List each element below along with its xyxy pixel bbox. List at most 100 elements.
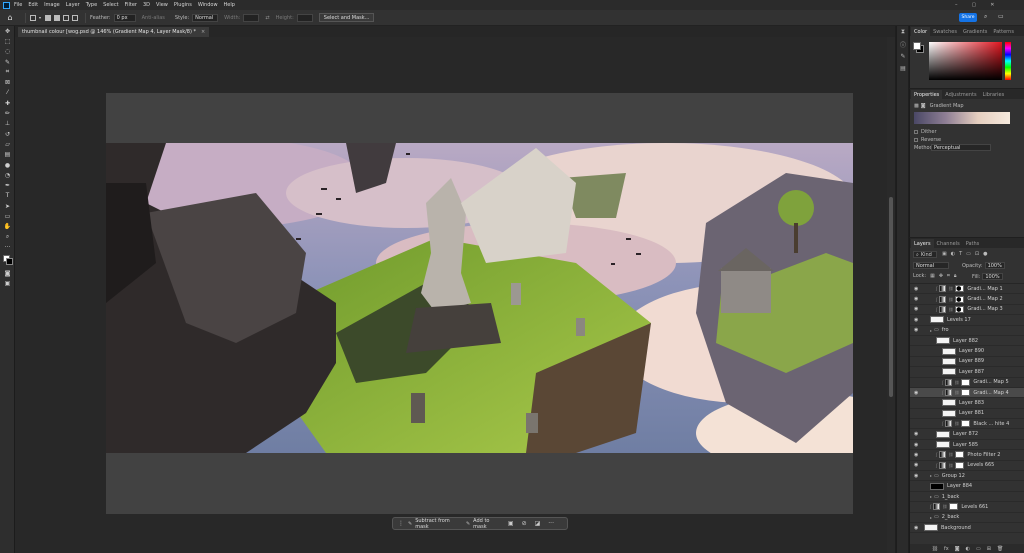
layer-row[interactable]: ◉ ʃ ⛓ Gradi... Map 4 bbox=[910, 387, 1024, 399]
home-icon[interactable]: ⌂ bbox=[5, 13, 15, 23]
adjustment-layer-icon[interactable] bbox=[939, 451, 947, 459]
layer-row[interactable]: ʃ ⛓ Gradi... Map 5 bbox=[910, 378, 1024, 388]
layer-row[interactable]: Layer 884 bbox=[910, 481, 1024, 492]
screen-mode-icon[interactable]: ▣ bbox=[0, 279, 15, 289]
visibility-eye-icon[interactable]: ◉ bbox=[914, 317, 918, 323]
layer-row[interactable]: ▸ ▭ 1_back bbox=[910, 492, 1024, 503]
filter-smart-object-icon[interactable]: ⊡ bbox=[975, 251, 979, 257]
visibility-eye-icon[interactable]: ◉ bbox=[914, 452, 918, 458]
layer-thumbnail[interactable] bbox=[942, 357, 956, 365]
foreground-color-swatch[interactable] bbox=[913, 42, 921, 50]
document-tab[interactable]: thumbnail colour [wog.psd @ 146% (Gradie… bbox=[18, 27, 210, 37]
hue-slider[interactable] bbox=[1005, 42, 1011, 80]
layer-name[interactable]: fro bbox=[942, 327, 949, 333]
tab-gradients[interactable]: Gradients bbox=[960, 27, 990, 36]
delete-layer-icon[interactable]: 🗑︎ bbox=[997, 546, 1003, 552]
photoshop-logo-icon[interactable] bbox=[3, 1, 10, 9]
visibility-eye-icon[interactable]: ◉ bbox=[914, 431, 918, 437]
menu-3d[interactable]: 3D bbox=[143, 2, 150, 8]
menu-help[interactable]: Help bbox=[224, 2, 235, 8]
add-mask-icon[interactable]: ◙ bbox=[955, 546, 960, 552]
disable-mask-icon[interactable]: ⊘ bbox=[522, 520, 527, 527]
opacity-input[interactable]: 100% bbox=[984, 262, 1005, 269]
layer-name[interactable]: Layer 884 bbox=[947, 483, 972, 489]
layer-thumbnail[interactable] bbox=[924, 524, 938, 532]
link-icon[interactable]: ⛓ bbox=[948, 463, 953, 468]
menu-select[interactable]: Select bbox=[103, 2, 118, 8]
link-icon[interactable]: ⛓ bbox=[942, 504, 947, 509]
zoom-tool-icon[interactable]: ⌕ bbox=[0, 232, 15, 242]
brush-tool-icon[interactable]: ✏ bbox=[0, 108, 15, 118]
artwork-image[interactable] bbox=[106, 143, 853, 453]
layer-name[interactable]: Gradi... Map 4 bbox=[973, 390, 1008, 396]
layer-mask-thumbnail[interactable] bbox=[961, 389, 971, 397]
layer-name[interactable]: Levels 17 bbox=[947, 317, 971, 323]
visibility-eye-icon[interactable]: ◉ bbox=[914, 473, 918, 479]
adjustment-layer-icon[interactable] bbox=[933, 503, 941, 511]
close-icon[interactable]: ✕ bbox=[990, 2, 994, 8]
frame-tool-icon[interactable]: ⊠ bbox=[0, 77, 15, 87]
lock-all-icon[interactable]: 🔒︎ bbox=[954, 273, 957, 279]
layer-mask-thumbnail[interactable] bbox=[955, 461, 965, 469]
layer-row[interactable]: Layer 882 bbox=[910, 336, 1024, 347]
lock-position-icon[interactable]: ✥ bbox=[939, 273, 943, 279]
share-button[interactable]: Share bbox=[959, 13, 977, 22]
move-tool-icon[interactable]: ✥ bbox=[0, 26, 15, 36]
visibility-eye-icon[interactable]: ◉ bbox=[914, 390, 918, 396]
antialias-label[interactable]: Anti-alias bbox=[142, 15, 165, 21]
healing-tool-icon[interactable]: ✚ bbox=[0, 98, 15, 108]
layer-name[interactable]: Layer 889 bbox=[959, 358, 984, 364]
mask-icon[interactable]: ◙ bbox=[921, 103, 926, 109]
maximize-icon[interactable]: ▢ bbox=[972, 2, 977, 8]
layer-row[interactable]: Layer 889 bbox=[910, 357, 1024, 368]
layer-name[interactable]: Group 12 bbox=[942, 473, 965, 479]
layer-row[interactable]: ◉ ʃ ⛓ Levels 665 bbox=[910, 461, 1024, 472]
layer-row[interactable]: ◉ ʃ ⛓ Gradi... Map 2 bbox=[910, 294, 1024, 305]
subtract-selection-icon[interactable] bbox=[63, 14, 70, 21]
add-selection-icon[interactable] bbox=[54, 14, 61, 21]
expand-caret-icon[interactable]: ▸ bbox=[930, 494, 932, 499]
layer-name[interactable]: Gradi... Map 3 bbox=[967, 306, 1002, 312]
layer-row[interactable]: ◉ ▸ ▭ Group 12 bbox=[910, 471, 1024, 482]
more-tools-icon[interactable]: ··· bbox=[0, 242, 15, 252]
layer-kind-filter[interactable]: ⌕ Kind bbox=[913, 251, 937, 258]
layer-row[interactable]: ◉ Levels 17 bbox=[910, 315, 1024, 326]
marquee-tool-icon[interactable]: ⬚ bbox=[0, 36, 15, 46]
filter-toggle-icon[interactable]: ● bbox=[983, 251, 987, 257]
adjustment-layer-icon[interactable] bbox=[945, 420, 953, 428]
pen-tool-icon[interactable]: ✒ bbox=[0, 180, 15, 190]
layer-row[interactable]: ◉ ʃ ⛓ Photo Filter 2 bbox=[910, 450, 1024, 461]
adjustment-layer-icon[interactable] bbox=[939, 295, 947, 303]
menu-filter[interactable]: Filter bbox=[125, 2, 137, 8]
layer-mask-thumbnail[interactable] bbox=[955, 305, 965, 313]
tab-patterns[interactable]: Patterns bbox=[990, 27, 1017, 36]
layer-style-icon[interactable]: fx bbox=[944, 546, 949, 552]
layer-row[interactable]: ◉ Background bbox=[910, 523, 1024, 534]
swap-icon[interactable]: ⇄ bbox=[265, 15, 269, 21]
hand-tool-icon[interactable]: ✋ bbox=[0, 222, 15, 232]
reverse-option[interactable]: Reverse bbox=[914, 137, 941, 143]
visibility-eye-icon[interactable]: ◉ bbox=[914, 442, 918, 448]
link-icon[interactable]: ⛓ bbox=[948, 307, 953, 312]
menu-image[interactable]: Image bbox=[44, 2, 60, 8]
new-layer-icon[interactable]: ⊞ bbox=[987, 546, 991, 552]
comments-panel-icon[interactable]: ▤ bbox=[897, 62, 909, 74]
width-input[interactable] bbox=[243, 13, 260, 22]
layer-mask-thumbnail[interactable] bbox=[961, 378, 971, 386]
new-selection-icon[interactable] bbox=[45, 14, 52, 21]
close-tab-icon[interactable]: × bbox=[201, 29, 205, 35]
filter-type-icon[interactable]: T bbox=[959, 251, 962, 257]
lock-pixels-icon[interactable]: ▦ bbox=[930, 273, 935, 279]
menu-file[interactable]: File bbox=[14, 2, 22, 8]
invert-mask-icon[interactable]: ◪ bbox=[535, 520, 541, 527]
menu-view[interactable]: View bbox=[156, 2, 168, 8]
layer-name[interactable]: Gradi... Map 2 bbox=[967, 296, 1002, 302]
workspace-icon[interactable]: ▭ bbox=[998, 13, 1004, 20]
eyedropper-tool-icon[interactable]: ⁄ bbox=[0, 88, 15, 98]
adjustment-layer-icon[interactable] bbox=[939, 461, 947, 469]
history-panel-icon[interactable]: ⧗ bbox=[897, 26, 909, 38]
adjustment-layer-icon[interactable] bbox=[939, 285, 947, 293]
dither-checkbox[interactable] bbox=[914, 130, 918, 134]
link-icon[interactable]: ⛓ bbox=[948, 297, 953, 302]
link-layers-icon[interactable]: ⛓ bbox=[932, 546, 938, 552]
